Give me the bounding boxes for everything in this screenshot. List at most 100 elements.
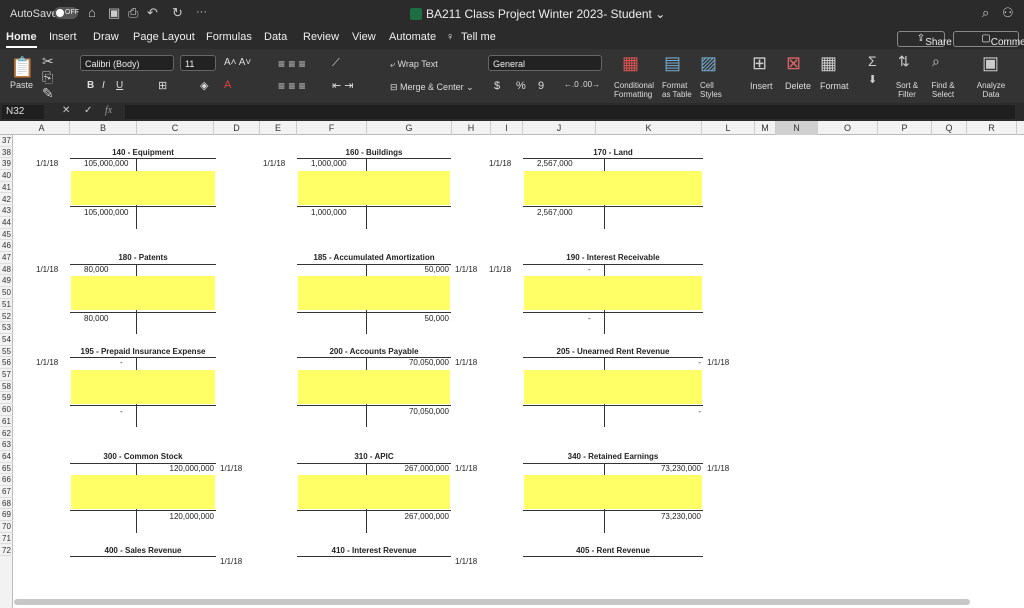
decimal-icon[interactable]: ←.0 .00→ [564, 80, 600, 89]
row-header[interactable]: 39 [0, 158, 13, 171]
column-header-a[interactable]: A [14, 121, 70, 135]
share-button[interactable]: ⇪ Share [897, 31, 952, 48]
wrap-text-button[interactable]: ⤶ Wrap Text [390, 59, 438, 70]
undo-icon[interactable]: ↶ [147, 5, 158, 21]
tab-automate[interactable]: Automate [389, 31, 436, 43]
orientation-icon[interactable]: ⟋ [332, 57, 340, 70]
sort-filter-label[interactable]: Sort & Filter [894, 81, 920, 99]
row-header[interactable]: 43 [0, 205, 13, 217]
find-select-label[interactable]: Find & Select [928, 81, 958, 99]
row-header[interactable]: 44 [0, 217, 13, 229]
grow-font-icon[interactable]: A˄ A˅ [224, 57, 251, 68]
cancel-icon[interactable]: ✕ [62, 105, 70, 116]
row-header[interactable]: 56 [0, 357, 13, 369]
sort-filter-icon[interactable]: ⇅ [898, 53, 910, 70]
tell-me[interactable]: Tell me [461, 31, 496, 43]
tab-data[interactable]: Data [264, 31, 287, 43]
tab-review[interactable]: Review [303, 31, 339, 43]
row-header[interactable]: 38 [0, 147, 13, 159]
column-header-l[interactable]: L [702, 121, 755, 135]
column-header-f[interactable]: F [297, 121, 367, 135]
align-top-icon[interactable]: ≡ ≡ ≡ [278, 57, 306, 71]
row-header[interactable]: 57 [0, 369, 13, 381]
row-header[interactable]: 67 [0, 486, 13, 498]
row-header[interactable]: 59 [0, 392, 13, 405]
column-header-h[interactable]: H [452, 121, 491, 135]
format-label[interactable]: Format [820, 81, 849, 91]
home-icon[interactable]: ⌂ [88, 5, 96, 20]
font-color-icon[interactable]: A [224, 79, 231, 91]
row-header[interactable]: 49 [0, 275, 13, 288]
column-header-c[interactable]: C [137, 121, 214, 135]
indent-icon[interactable]: ⇤ ⇥ [332, 79, 354, 92]
delete-cells-icon[interactable]: ⊠ [786, 53, 801, 74]
row-header[interactable]: 37 [0, 135, 13, 147]
row-header[interactable]: 65 [0, 463, 13, 475]
row-header[interactable]: 58 [0, 381, 13, 393]
row-header[interactable]: 53 [0, 322, 13, 334]
conditional-formatting-icon[interactable]: ▦ [622, 53, 639, 74]
percent-button[interactable]: % [516, 80, 526, 92]
save-icon[interactable]: ▣ [108, 5, 120, 21]
column-header-n[interactable]: N [776, 121, 818, 135]
align-left-icon[interactable]: ≡ ≡ ≡ [278, 79, 306, 93]
merge-center-button[interactable]: ⊟ Merge & Center ⌄ [390, 82, 474, 93]
row-header[interactable]: 48 [0, 264, 13, 276]
format-cells-icon[interactable]: ▦ [820, 53, 837, 74]
column-header-g[interactable]: G [367, 121, 452, 135]
row-header[interactable]: 71 [0, 533, 13, 545]
format-table-icon[interactable]: ▤ [664, 53, 681, 74]
row-header[interactable]: 70 [0, 521, 13, 533]
row-header[interactable]: 50 [0, 287, 13, 299]
copy-icon[interactable]: ⎘ [42, 69, 53, 86]
tab-insert[interactable]: Insert [49, 31, 77, 43]
column-header-o[interactable]: O [818, 121, 878, 135]
currency-button[interactable]: $ [494, 80, 500, 92]
name-box[interactable]: N32 [2, 105, 44, 119]
search-icon[interactable]: ⌕ [982, 5, 989, 21]
column-header-k[interactable]: K [596, 121, 702, 135]
number-format-select[interactable]: General [488, 55, 602, 71]
column-header-i[interactable]: I [491, 121, 523, 135]
column-header-q[interactable]: Q [932, 121, 967, 135]
row-header[interactable]: 61 [0, 416, 13, 428]
column-header-j[interactable]: J [523, 121, 596, 135]
row-header[interactable]: 54 [0, 334, 13, 346]
tab-home[interactable]: Home [6, 31, 37, 48]
row-header[interactable]: 60 [0, 404, 13, 416]
row-header[interactable]: 45 [0, 229, 13, 241]
font-select[interactable]: Calibri (Body) [80, 55, 174, 71]
comments-button[interactable]: ▢ Comments [953, 31, 1024, 48]
more-icon[interactable]: ··· [196, 6, 207, 18]
column-header-e[interactable]: E [260, 121, 297, 135]
format-painter-icon[interactable]: ✎ [42, 85, 54, 102]
row-header[interactable]: 47 [0, 252, 13, 264]
bold-button[interactable]: B [87, 80, 94, 91]
analyze-data-icon[interactable]: ▣ [982, 53, 999, 74]
row-header[interactable]: 66 [0, 474, 13, 486]
tab-page-layout[interactable]: Page Layout [133, 31, 195, 43]
comma-button[interactable]: 9 [538, 80, 544, 92]
conditional-formatting-label[interactable]: Conditional Formatting [614, 81, 658, 99]
column-header-b[interactable]: B [70, 121, 137, 135]
tab-view[interactable]: View [352, 31, 376, 43]
row-header[interactable]: 46 [0, 240, 13, 252]
delete-label[interactable]: Delete [785, 81, 811, 91]
enter-icon[interactable]: ✓ [84, 105, 92, 116]
column-header-p[interactable]: P [878, 121, 932, 135]
formula-input[interactable] [125, 105, 1015, 119]
horizontal-scrollbar[interactable] [14, 599, 970, 605]
row-header[interactable]: 42 [0, 194, 13, 206]
cell-styles-icon[interactable]: ▨ [700, 53, 717, 74]
row-header[interactable]: 52 [0, 311, 13, 323]
italic-button[interactable]: I [102, 80, 105, 91]
row-header[interactable]: 62 [0, 428, 13, 440]
column-header-r[interactable]: R [967, 121, 1017, 135]
row-header[interactable]: 63 [0, 439, 13, 451]
row-header[interactable]: 69 [0, 509, 13, 522]
tab-draw[interactable]: Draw [93, 31, 119, 43]
row-header[interactable]: 64 [0, 451, 13, 463]
cell-styles-label[interactable]: Cell Styles [700, 81, 726, 99]
borders-icon[interactable]: ⊞ [158, 79, 167, 92]
cut-icon[interactable]: ✂ [42, 53, 54, 70]
